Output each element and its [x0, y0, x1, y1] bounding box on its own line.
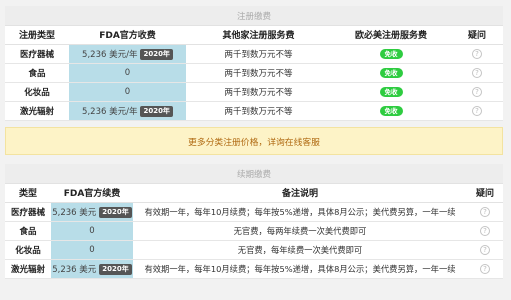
- row-question: ?: [451, 44, 503, 64]
- question-icon[interactable]: ?: [480, 206, 490, 217]
- row-our-fee: 免收: [331, 82, 451, 102]
- row-fda-fee: 5,236 美元/年 2020年: [69, 44, 186, 64]
- year-badge: 2020年: [140, 105, 173, 117]
- table-row: 医疗器械 5,236 美元 2020年 有效期一年，每年10月续费；每年按5%递增…: [5, 202, 503, 222]
- row-our-fee: 免收: [331, 101, 451, 121]
- question-icon[interactable]: ?: [472, 86, 482, 97]
- header-fda-fee: FDA官方收费: [69, 26, 186, 45]
- registration-panel: 注册缴费 注册类型 FDA官方收费 其他家注册服务费 欧必美注册服务费 疑问 医…: [5, 6, 503, 121]
- table-row: 激光辐射 5,236 美元 2020年 有效期一年，每年10月续费；每年按5%递增…: [5, 259, 503, 279]
- row-other-fee: 两千到数万元不等: [186, 101, 331, 121]
- free-badge: 免收: [379, 105, 403, 116]
- row-question: ?: [451, 82, 503, 102]
- contact-notice[interactable]: 更多分类注册价格，详询在线客服: [5, 127, 503, 155]
- question-icon[interactable]: ?: [472, 48, 482, 59]
- registration-table: 注册类型 FDA官方收费 其他家注册服务费 欧必美注册服务费 疑问 医疗器械 5…: [5, 26, 503, 121]
- table-row: 食品 0 无官费，每两年续费一次美代费即可 ?: [5, 221, 503, 241]
- header-type: 类型: [5, 184, 51, 203]
- renewal-table: 类型 FDA官方续费 备注说明 疑问 医疗器械 5,236 美元 2020年 有效…: [5, 184, 503, 279]
- table-row: 化妆品 0 两千到数万元不等 免收 ?: [5, 82, 503, 102]
- fee-value: 5,236 美元/年: [82, 106, 138, 117]
- header-type: 注册类型: [5, 26, 69, 45]
- row-fda-fee: 5,236 美元 2020年: [51, 202, 133, 222]
- free-badge: 免收: [379, 86, 403, 97]
- renewal-header-row: 类型 FDA官方续费 备注说明 疑问: [5, 184, 503, 203]
- table-row: 医疗器械 5,236 美元/年 2020年 两千到数万元不等 免收 ?: [5, 44, 503, 64]
- row-fda-fee: 0: [69, 63, 186, 83]
- row-type: 化妆品: [5, 240, 51, 260]
- registration-section-title: 注册缴费: [5, 6, 503, 26]
- question-icon[interactable]: ?: [472, 105, 482, 116]
- row-other-fee: 两千到数万元不等: [186, 63, 331, 83]
- fee-value: 5,236 美元/年: [82, 49, 138, 60]
- row-type: 医疗器械: [5, 202, 51, 222]
- renewal-section-title: 续期缴费: [5, 164, 503, 184]
- row-type: 激光辐射: [5, 101, 69, 121]
- year-badge: 2020年: [99, 206, 132, 218]
- question-icon[interactable]: ?: [480, 225, 490, 236]
- renewal-panel: 续期缴费 类型 FDA官方续费 备注说明 疑问 医疗器械 5,236 美元 202…: [5, 164, 503, 279]
- row-our-fee: 免收: [331, 63, 451, 83]
- header-other-fee: 其他家注册服务费: [186, 26, 331, 45]
- row-note: 有效期一年，每年10月续费；每年按5%递增，具体8月公示；美代费另算，一年一续: [133, 202, 467, 222]
- row-question: ?: [467, 221, 503, 241]
- free-badge: 免收: [379, 67, 403, 78]
- row-fda-fee: 0: [69, 82, 186, 102]
- row-type: 化妆品: [5, 82, 69, 102]
- row-note: 有效期一年，每年10月续费；每年按5%递增，具体8月公示；美代费另算，一年一续: [133, 259, 467, 279]
- table-row: 激光辐射 5,236 美元/年 2020年 两千到数万元不等 免收 ?: [5, 101, 503, 121]
- row-question: ?: [451, 101, 503, 121]
- row-fda-fee: 0: [51, 221, 133, 241]
- row-our-fee: 免收: [331, 44, 451, 64]
- row-note: 无官费，每年续费一次美代费即可: [133, 240, 467, 260]
- row-note: 无官费，每两年续费一次美代费即可: [133, 221, 467, 241]
- header-question: 疑问: [451, 26, 503, 45]
- question-icon[interactable]: ?: [480, 244, 490, 255]
- header-note: 备注说明: [133, 184, 467, 203]
- row-fda-fee: 5,236 美元 2020年: [51, 259, 133, 279]
- row-question: ?: [467, 202, 503, 222]
- row-type: 食品: [5, 63, 69, 83]
- table-row: 食品 0 两千到数万元不等 免收 ?: [5, 63, 503, 83]
- row-question: ?: [451, 63, 503, 83]
- row-question: ?: [467, 240, 503, 260]
- row-other-fee: 两千到数万元不等: [186, 44, 331, 64]
- row-fda-fee: 0: [51, 240, 133, 260]
- header-fda-renewal-fee: FDA官方续费: [51, 184, 133, 203]
- year-badge: 2020年: [99, 263, 132, 275]
- row-type: 食品: [5, 221, 51, 241]
- row-fda-fee: 5,236 美元/年 2020年: [69, 101, 186, 121]
- row-type: 激光辐射: [5, 259, 51, 279]
- row-question: ?: [467, 259, 503, 279]
- year-badge: 2020年: [140, 48, 173, 60]
- question-icon[interactable]: ?: [472, 67, 482, 78]
- fee-value: 5,236 美元: [52, 264, 97, 275]
- registration-header-row: 注册类型 FDA官方收费 其他家注册服务费 欧必美注册服务费 疑问: [5, 26, 503, 45]
- row-type: 医疗器械: [5, 44, 69, 64]
- question-icon[interactable]: ?: [480, 263, 490, 274]
- row-other-fee: 两千到数万元不等: [186, 82, 331, 102]
- header-question: 疑问: [467, 184, 503, 203]
- header-our-fee: 欧必美注册服务费: [331, 26, 451, 45]
- free-badge: 免收: [379, 48, 403, 59]
- table-row: 化妆品 0 无官费，每年续费一次美代费即可 ?: [5, 240, 503, 260]
- fee-value: 5,236 美元: [52, 207, 97, 218]
